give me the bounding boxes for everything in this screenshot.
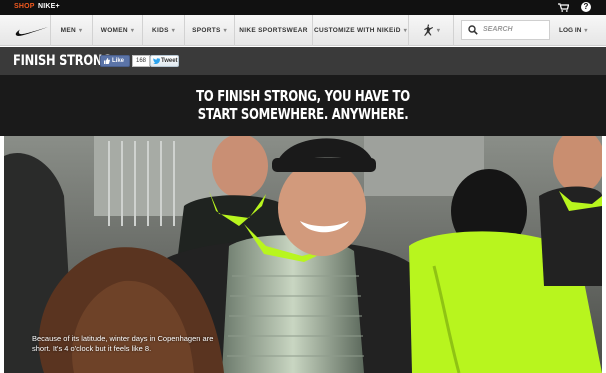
chevron-down-icon: ▾ xyxy=(223,28,227,34)
thumbs-up-icon xyxy=(104,58,110,64)
chevron-down-icon: ▾ xyxy=(436,28,441,34)
tweet-button[interactable]: Tweet xyxy=(150,55,179,67)
nav-item-sports[interactable]: SPORTS ▾ xyxy=(184,15,234,46)
like-label: Like xyxy=(112,58,125,64)
nike-swoosh-logo[interactable] xyxy=(15,25,49,37)
jumpman-icon xyxy=(423,24,433,37)
chevron-down-icon: ▾ xyxy=(130,28,135,34)
chevron-down-icon: ▾ xyxy=(584,28,588,34)
page-title: FINISH STRONG xyxy=(13,53,112,69)
headline-line-2: START SOMEWHERE. ANYWHERE. xyxy=(197,105,409,123)
nav-item-label: MEN xyxy=(60,27,77,34)
nav-item-label: KIDS xyxy=(151,27,169,34)
twitter-bird-icon xyxy=(153,58,160,64)
chevron-down-icon: ▾ xyxy=(171,28,176,34)
nikeplus-link[interactable]: NIKE+ xyxy=(38,3,60,10)
shop-link[interactable]: SHOP xyxy=(14,3,35,10)
main-navigation: MEN ▾ WOMEN ▾ KIDS ▾ SPORTS ▾ NIKE SPORTSWEA… xyxy=(0,15,606,46)
nav-item-women[interactable]: WOMEN ▾ xyxy=(92,15,142,46)
nav-item-label: CUSTOMIZE WITH NIKEiD xyxy=(313,27,401,34)
nav-item-jordan[interactable]: ▾ xyxy=(408,15,454,46)
search-input[interactable]: SEARCH xyxy=(461,20,550,40)
headline-banner: TO FINISH STRONG, YOU HAVE TO START SOME… xyxy=(0,75,606,136)
hero-photo: Because of its latitude, winter days in … xyxy=(4,136,602,373)
nav-item-customize[interactable]: CUSTOMIZE WITH NIKEiD ▾ xyxy=(312,15,408,46)
facebook-like-button[interactable]: Like xyxy=(100,55,130,67)
nav-item-nike-sportswear[interactable]: NIKE SPORTSWEAR xyxy=(234,15,312,46)
top-utility-bar: SHOP NIKE+ ? xyxy=(0,0,606,15)
cart-icon[interactable] xyxy=(558,3,569,12)
help-icon[interactable]: ? xyxy=(581,2,591,12)
page-subheader: FINISH STRONG Like 168 Tweet xyxy=(0,47,606,75)
hero-caption: Because of its latitude, winter days in … xyxy=(32,334,214,353)
nav-item-kids[interactable]: KIDS ▾ xyxy=(142,15,184,46)
login-button[interactable]: LOG IN ▾ xyxy=(559,15,587,46)
headline-line-1: TO FINISH STRONG, YOU HAVE TO xyxy=(196,87,410,105)
tweet-label: Tweet xyxy=(161,58,178,64)
nav-item-label: NIKE SPORTSWEAR xyxy=(239,27,308,34)
login-label: LOG IN xyxy=(559,27,582,34)
chevron-down-icon: ▾ xyxy=(403,28,408,34)
chevron-down-icon: ▾ xyxy=(79,28,83,34)
nav-item-label: WOMEN xyxy=(100,27,128,34)
like-count: 168 xyxy=(132,55,151,67)
nav-item-men[interactable]: MEN ▾ xyxy=(50,15,92,46)
search-placeholder: SEARCH xyxy=(483,26,513,33)
search-icon xyxy=(468,25,478,35)
nav-item-label: SPORTS xyxy=(192,27,221,34)
